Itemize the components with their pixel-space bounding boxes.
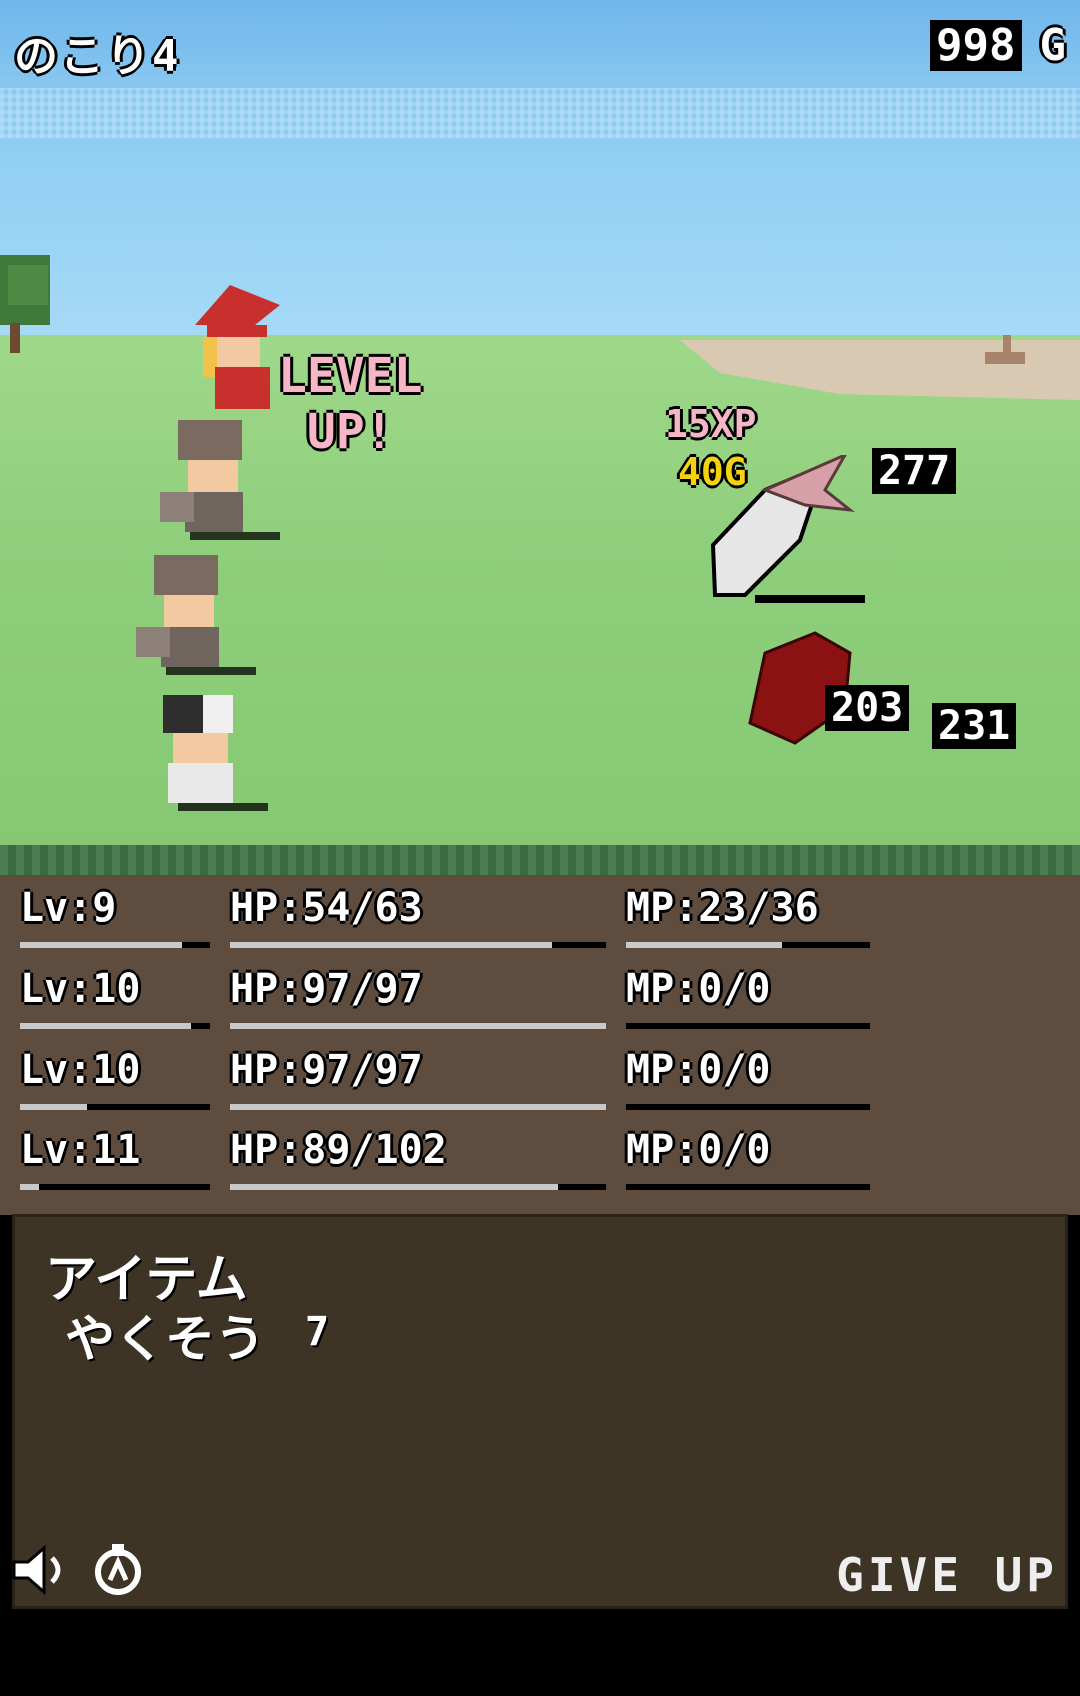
level-label: Lv:10 bbox=[20, 966, 141, 1012]
party-row-4: Lv:11 HP:89/102 MP:0/0 bbox=[0, 1127, 1080, 1207]
level-label: Lv:9 bbox=[20, 885, 117, 931]
stump-icon bbox=[985, 335, 1025, 364]
warrior-sprite-2 bbox=[136, 555, 256, 675]
level-label: Lv:10 bbox=[20, 1047, 141, 1093]
mp-bar bbox=[626, 942, 870, 948]
mp-label: MP:0/0 bbox=[626, 1047, 771, 1093]
cloud-dither bbox=[0, 88, 1080, 138]
mp-bar-fill bbox=[626, 942, 782, 948]
gold-gain-text: 40G bbox=[678, 450, 747, 494]
mp-label: MP:23/36 bbox=[626, 885, 819, 931]
party-row-2: Lv:10 HP:97/97 MP:0/0 bbox=[0, 966, 1080, 1046]
warrior-sprite-1 bbox=[160, 420, 280, 540]
hp-bar bbox=[230, 1104, 606, 1110]
hp-bar-fill bbox=[230, 1184, 559, 1190]
party-row-1: Lv:9 HP:54/63 MP:23/36 bbox=[0, 885, 1080, 965]
xp-gain-text: 15XP bbox=[665, 402, 757, 446]
hp-bar bbox=[230, 1023, 606, 1029]
enemy-hp-label-1: 277 bbox=[872, 448, 957, 494]
grass-edge bbox=[0, 845, 1080, 875]
game-screen: のこり4 998 G LEVEL UP! 15XP 40G 277 203 23… bbox=[0, 0, 1080, 1615]
hp-bar-fill bbox=[230, 1104, 606, 1110]
item-herb[interactable]: やくそう bbox=[65, 1299, 265, 1371]
party-row-3: Lv:10 HP:97/97 MP:0/0 bbox=[0, 1047, 1080, 1127]
exp-bar-fill bbox=[20, 1184, 39, 1190]
hp-label: HP:89/102 bbox=[230, 1127, 447, 1173]
gold-value: 998 bbox=[930, 20, 1022, 71]
item-count: 7 bbox=[305, 1309, 330, 1355]
level-up-text: LEVEL UP! bbox=[278, 348, 423, 460]
mp-bar bbox=[626, 1023, 870, 1029]
hp-label: HP:54/63 bbox=[230, 885, 423, 931]
monk-sprite bbox=[163, 695, 268, 811]
gold-display: 998 G bbox=[930, 20, 1066, 71]
hp-bar-fill bbox=[230, 1023, 606, 1029]
exp-bar bbox=[20, 942, 210, 948]
level-up-line1: LEVEL bbox=[278, 348, 423, 404]
auto-icon[interactable] bbox=[88, 1540, 148, 1600]
exp-bar-fill bbox=[20, 1023, 191, 1029]
exp-bar-fill bbox=[20, 1104, 87, 1110]
exp-bar-fill bbox=[20, 942, 182, 948]
level-up-line2: UP! bbox=[306, 404, 394, 460]
damage-number: 203 bbox=[825, 685, 910, 731]
hp-bar-fill bbox=[230, 942, 553, 948]
gold-unit: G bbox=[1039, 20, 1067, 71]
speaker-icon[interactable] bbox=[10, 1540, 70, 1600]
exp-bar bbox=[20, 1023, 210, 1029]
give-up-button[interactable]: GIVE UP bbox=[836, 1548, 1058, 1602]
exp-bar bbox=[20, 1184, 210, 1190]
hp-label: HP:97/97 bbox=[230, 1047, 423, 1093]
hp-label: HP:97/97 bbox=[230, 966, 423, 1012]
mp-label: MP:0/0 bbox=[626, 1127, 771, 1173]
hp-bar bbox=[230, 942, 606, 948]
mp-bar bbox=[626, 1184, 870, 1190]
exp-bar bbox=[20, 1104, 210, 1110]
mp-bar bbox=[626, 1104, 870, 1110]
enemy-hp-label-2: 231 bbox=[932, 703, 1017, 749]
mp-label: MP:0/0 bbox=[626, 966, 771, 1012]
tree-icon bbox=[0, 255, 50, 353]
level-label: Lv:11 bbox=[20, 1127, 141, 1173]
hp-bar bbox=[230, 1184, 606, 1190]
remaining-counter: のこり4 bbox=[14, 31, 181, 82]
